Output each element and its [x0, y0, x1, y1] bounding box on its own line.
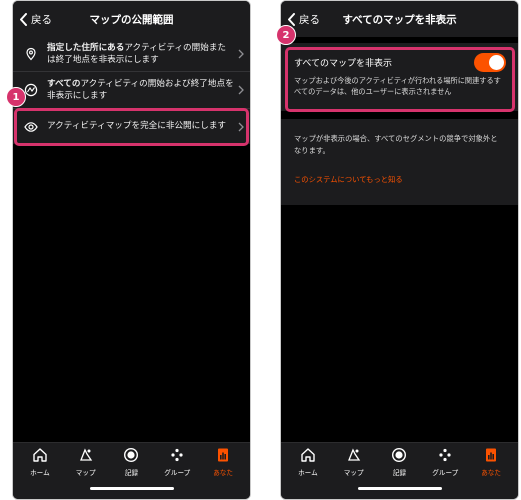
tab-label: グループ [164, 469, 191, 477]
tab-group[interactable]: グループ [154, 447, 200, 477]
home-icon [301, 448, 315, 462]
back-button[interactable]: 戻る [19, 10, 52, 28]
record-icon [124, 447, 139, 463]
tab-label: ホーム [30, 469, 50, 477]
back-label: 戻る [31, 13, 52, 26]
chevron-right-icon [238, 85, 244, 95]
back-button[interactable]: 戻る [287, 10, 320, 28]
step-2-highlight [285, 47, 515, 112]
tab-map[interactable]: マップ [331, 447, 377, 477]
tab-record[interactable]: 記録 [377, 447, 423, 477]
option-label: 指定した住所にあるアクティビティの開始または終了地点を非表示にします [47, 42, 227, 66]
back-label: 戻る [299, 13, 320, 26]
home-indicator [89, 487, 174, 490]
record-icon [392, 447, 407, 463]
activity-map-icon [24, 83, 38, 97]
location-pin-icon [26, 47, 36, 61]
page-title: すべてのマップを非表示 [342, 13, 457, 26]
tab-profile[interactable]: あなた [468, 447, 514, 477]
tab-bar: ホーム マップ 記録 グループ あなた [281, 442, 518, 499]
chevron-left-icon [288, 12, 295, 26]
tab-label: 記録 [392, 469, 407, 477]
tab-home[interactable]: ホーム [17, 447, 63, 477]
chevron-right-icon [238, 49, 244, 59]
tab-record[interactable]: 記録 [109, 447, 155, 477]
option-label: すべてのアクティビティの開始および終了地点を非表示にします [47, 78, 234, 102]
nav-bar: 戻る マップの公開範囲 [13, 1, 250, 37]
tab-label: マップ [75, 469, 96, 477]
group-icon [439, 448, 451, 462]
group-icon [171, 448, 183, 462]
tab-bar: ホーム マップ 記録 グループ あなた [13, 442, 250, 499]
tab-label: マップ [343, 469, 364, 477]
home-indicator [357, 487, 442, 490]
tab-home[interactable]: ホーム [285, 447, 331, 477]
tab-profile[interactable]: あなた [200, 447, 246, 477]
nav-bar: 戻る すべてのマップを非表示 [281, 1, 518, 37]
option-hide-address[interactable]: 指定した住所にあるアクティビティの開始または終了地点を非表示にします [13, 37, 250, 72]
tab-label: グループ [432, 469, 459, 477]
profile-icon [218, 448, 229, 462]
chevron-left-icon [20, 12, 27, 26]
tab-label: 記録 [124, 469, 139, 477]
learn-more-link[interactable]: このシステムについてもっと知る [294, 175, 403, 185]
home-icon [33, 448, 47, 462]
tab-label: あなた [481, 469, 501, 477]
step-1-badge: 1 [6, 87, 26, 107]
tab-label: あなた [213, 469, 233, 477]
map-icon [79, 448, 92, 461]
info-text: マップが非表示の場合、すべてのセグメントの競争で対象外となります。 [294, 134, 498, 155]
profile-icon [486, 448, 497, 462]
option-hide-all-start-end[interactable]: すべてのアクティビティの開始および終了地点を非表示にします [13, 72, 250, 109]
tab-map[interactable]: マップ [63, 447, 109, 477]
map-icon [347, 448, 360, 461]
left-phone-screen: 戻る マップの公開範囲 指定した住所にあるアクティビティの開始または終了地点を非… [12, 0, 251, 500]
tab-label: ホーム [298, 469, 318, 477]
step-1-highlight [14, 108, 249, 146]
info-panel: マップが非表示の場合、すべてのセグメントの競争で対象外となります。 このシステム… [281, 119, 518, 205]
page-title: マップの公開範囲 [89, 13, 174, 26]
step-2-badge: 2 [276, 25, 296, 45]
tab-group[interactable]: グループ [422, 447, 468, 477]
